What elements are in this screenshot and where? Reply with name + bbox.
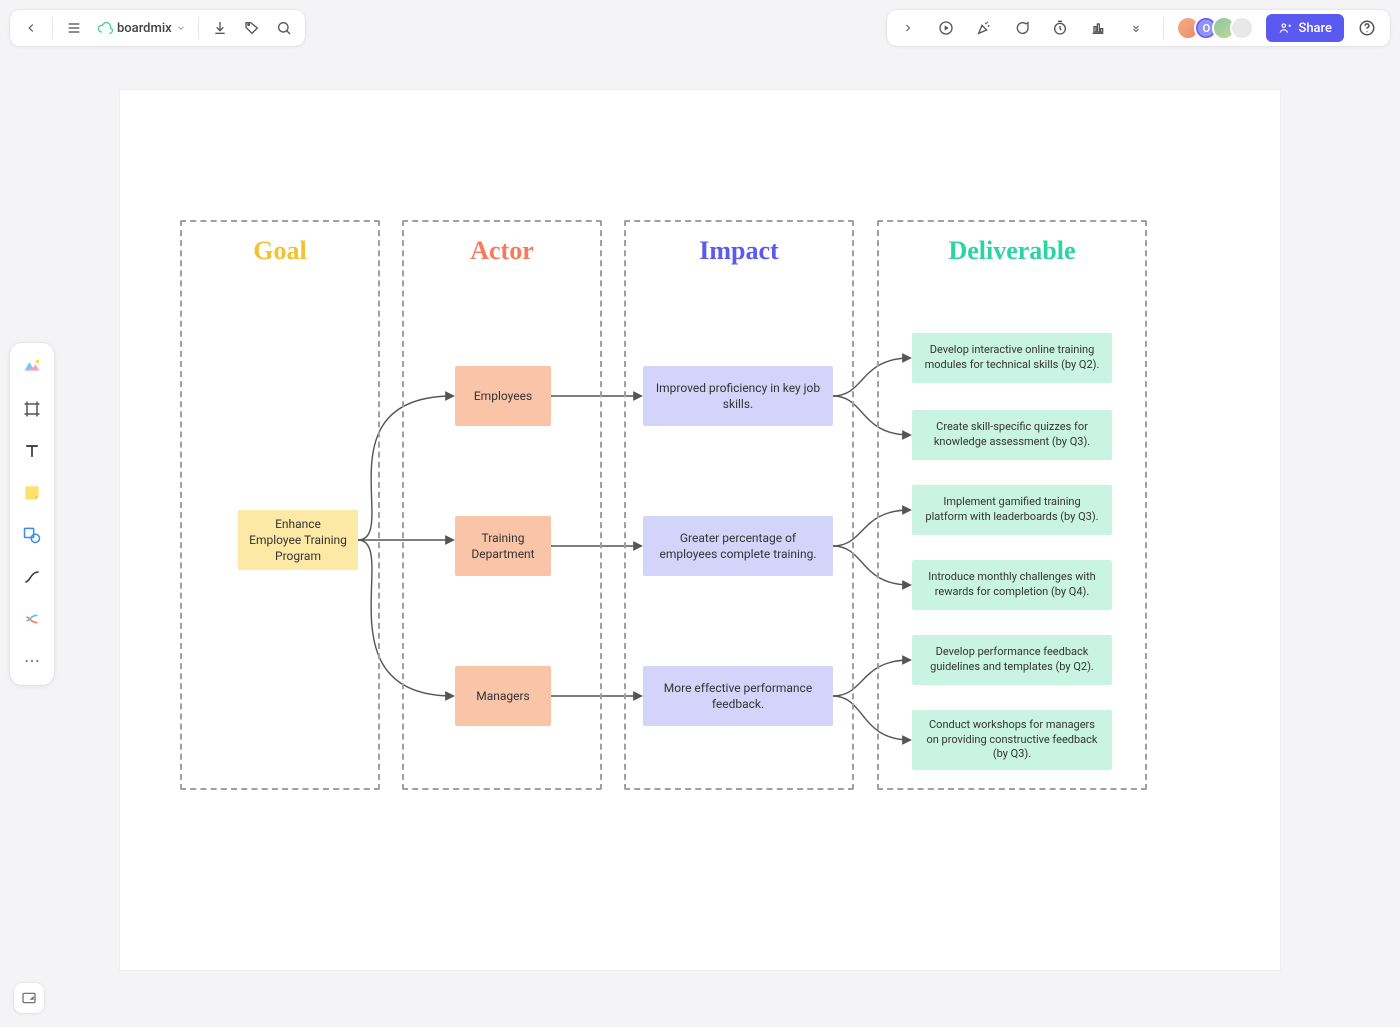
file-name: boardmix	[117, 21, 172, 36]
chart-button[interactable]	[1083, 13, 1113, 43]
column-goal[interactable]: Goal	[180, 220, 380, 790]
node-deliverable[interactable]: Develop interactive online training modu…	[912, 333, 1112, 383]
separator	[1163, 17, 1164, 39]
menu-button[interactable]	[59, 13, 89, 43]
node-deliverable[interactable]: Introduce monthly challenges with reward…	[912, 560, 1112, 610]
more-tools-button[interactable]	[1121, 13, 1151, 43]
node-deliverable[interactable]: Create skill-specific quizzes for knowle…	[912, 410, 1112, 460]
collaborator-avatars[interactable]: O	[1176, 16, 1254, 40]
tool-sidebar	[10, 343, 54, 685]
node-impact[interactable]: More effective performance feedback.	[643, 666, 833, 726]
separator	[52, 17, 53, 39]
node-actor[interactable]: Employees	[455, 366, 551, 426]
node-impact[interactable]: Improved proficiency in key job skills.	[643, 366, 833, 426]
mindmap-tool[interactable]	[16, 603, 48, 635]
column-header-impact: Impact	[626, 236, 852, 266]
download-button[interactable]	[205, 13, 235, 43]
search-button[interactable]	[269, 13, 299, 43]
node-actor[interactable]: Managers	[455, 666, 551, 726]
file-name-dropdown[interactable]: boardmix	[91, 13, 192, 43]
node-deliverable[interactable]: Develop performance feedback guidelines …	[912, 635, 1112, 685]
topbar-left: boardmix	[10, 10, 305, 46]
connector-tool[interactable]	[16, 561, 48, 593]
text-tool[interactable]	[16, 435, 48, 467]
celebrate-button[interactable]	[969, 13, 999, 43]
column-header-deliverable: Deliverable	[879, 236, 1145, 266]
app-viewport: boardmix	[0, 0, 1400, 1027]
tag-button[interactable]	[237, 13, 267, 43]
node-deliverable[interactable]: Implement gamified training platform wit…	[912, 485, 1112, 535]
more-tool[interactable]	[16, 645, 48, 677]
avatar[interactable]	[1230, 16, 1254, 40]
share-button[interactable]: Share	[1266, 14, 1344, 42]
play-button[interactable]	[931, 13, 961, 43]
cloud-icon	[97, 20, 113, 36]
minimap-button[interactable]	[14, 983, 44, 1013]
back-button[interactable]	[16, 13, 46, 43]
help-button[interactable]	[1352, 13, 1382, 43]
canvas[interactable]: Goal Actor Impact Deliverable Enhance Em…	[120, 90, 1280, 970]
separator	[198, 17, 199, 39]
node-deliverable[interactable]: Conduct workshops for managers on provid…	[912, 710, 1112, 770]
share-label: Share	[1298, 21, 1332, 36]
frame-tool[interactable]	[16, 393, 48, 425]
user-plus-icon	[1278, 21, 1292, 35]
chevron-down-icon	[176, 23, 186, 33]
column-header-actor: Actor	[404, 236, 600, 266]
column-header-goal: Goal	[182, 236, 378, 266]
sticky-note-tool[interactable]	[16, 477, 48, 509]
templates-tool[interactable]	[16, 351, 48, 383]
timer-button[interactable]	[1045, 13, 1075, 43]
node-impact[interactable]: Greater percentage of employees complete…	[643, 516, 833, 576]
expand-button[interactable]	[893, 13, 923, 43]
node-goal[interactable]: Enhance Employee Training Program	[238, 510, 358, 570]
topbar-right: O Share	[887, 10, 1390, 46]
comment-button[interactable]	[1007, 13, 1037, 43]
node-actor[interactable]: Training Department	[455, 516, 551, 576]
shape-tool[interactable]	[16, 519, 48, 551]
